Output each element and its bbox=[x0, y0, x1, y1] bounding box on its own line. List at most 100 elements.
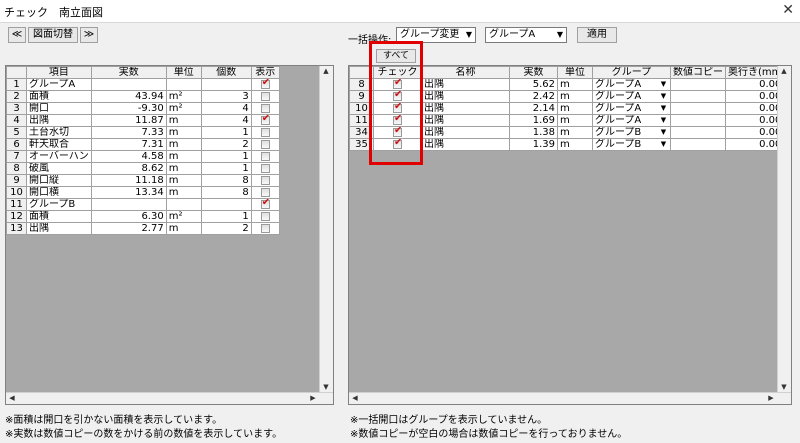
column-header bbox=[6, 66, 27, 79]
show-cell bbox=[250, 102, 280, 115]
show-checkbox[interactable] bbox=[260, 139, 270, 149]
group-dropdown[interactable]: グループA ▼ bbox=[592, 114, 671, 127]
value-cell: 11.87 bbox=[90, 114, 167, 127]
item-cell: 出隅 bbox=[26, 222, 92, 235]
row-number: 9 bbox=[6, 174, 27, 187]
table-row[interactable]: 13 出隅 2.77 m 2 bbox=[6, 222, 280, 235]
scroll-left-icon[interactable]: ◀ bbox=[349, 394, 361, 402]
table-row[interactable]: 1 グループA bbox=[6, 78, 280, 91]
column-header: 奥行き(mm bbox=[724, 66, 785, 79]
item-cell: 出隅 bbox=[26, 114, 92, 127]
group-select[interactable]: グループA ▼ bbox=[485, 27, 567, 43]
show-checkbox[interactable] bbox=[260, 211, 270, 221]
show-checkbox[interactable] bbox=[260, 91, 270, 101]
left-horizontal-scrollbar[interactable]: ◀ ▶ bbox=[6, 392, 333, 404]
show-checkbox[interactable] bbox=[260, 115, 270, 125]
table-row[interactable]: 12 面積 6.30 m² 1 bbox=[6, 210, 280, 223]
copy-cell[interactable] bbox=[670, 78, 726, 91]
show-checkbox[interactable] bbox=[260, 127, 270, 137]
group-dropdown[interactable]: グループA ▼ bbox=[592, 78, 671, 91]
copy-cell[interactable] bbox=[670, 126, 726, 139]
show-checkbox[interactable] bbox=[260, 151, 270, 161]
show-cell bbox=[250, 78, 280, 91]
show-checkbox[interactable] bbox=[260, 175, 270, 185]
copy-cell[interactable] bbox=[670, 102, 726, 115]
scroll-right-icon[interactable]: ▶ bbox=[765, 394, 777, 402]
right-vertical-scrollbar[interactable]: ▲ ▼ bbox=[777, 66, 791, 392]
show-checkbox[interactable] bbox=[260, 163, 270, 173]
next-drawing-button[interactable]: ≫ bbox=[80, 27, 98, 43]
group-dropdown[interactable]: グループA ▼ bbox=[592, 90, 671, 103]
value-cell: 1.38 bbox=[509, 126, 558, 139]
table-row[interactable]: 5 土台水切 7.33 m 1 bbox=[6, 126, 280, 139]
table-row[interactable]: 4 出隅 11.87 m 4 bbox=[6, 114, 280, 127]
apply-button[interactable]: 適用 bbox=[577, 27, 617, 43]
unit-cell: m bbox=[557, 138, 593, 151]
depth-cell[interactable]: 0.00 bbox=[724, 102, 785, 115]
value-cell: 2.77 bbox=[90, 222, 167, 235]
depth-cell[interactable]: 0.00 bbox=[724, 138, 785, 151]
chevron-down-icon: ▼ bbox=[660, 80, 667, 88]
chevron-down-icon: ▼ bbox=[465, 30, 473, 39]
unit-cell: m bbox=[165, 114, 202, 127]
table-row[interactable]: 11 グループB bbox=[6, 198, 280, 211]
show-checkbox[interactable] bbox=[260, 187, 270, 197]
group-dropdown[interactable]: グループB ▼ bbox=[592, 126, 671, 139]
left-grid: 項目実数単位個数表示 1グループA2面積43.94m²33開口-9.30m²44… bbox=[5, 65, 334, 405]
row-number: 13 bbox=[6, 222, 27, 235]
show-cell bbox=[250, 150, 280, 163]
table-row[interactable]: 2 面積 43.94 m² 3 bbox=[6, 90, 280, 103]
show-cell bbox=[250, 162, 280, 175]
row-number: 6 bbox=[6, 138, 27, 151]
scroll-up-icon[interactable]: ▲ bbox=[320, 67, 332, 75]
copy-cell[interactable] bbox=[670, 114, 726, 127]
table-row[interactable]: 9 開口縦 11.18 m 8 bbox=[6, 174, 280, 187]
value-cell bbox=[90, 198, 167, 211]
unit-cell: m² bbox=[165, 210, 202, 223]
table-row[interactable]: 7 オーバーハン 4.58 m 1 bbox=[6, 150, 280, 163]
column-header: 個数 bbox=[200, 66, 252, 79]
value-cell: 8.62 bbox=[90, 162, 167, 175]
note-left-2: ※実数は数値コピーの数をかける前の数値を表示しています。 bbox=[5, 429, 283, 440]
switch-drawing-button[interactable]: 図面切替 bbox=[28, 27, 78, 43]
table-row[interactable]: 8 破風 8.62 m 1 bbox=[6, 162, 280, 175]
name-cell: 出隅 bbox=[421, 90, 510, 103]
show-checkbox[interactable] bbox=[260, 223, 270, 233]
depth-cell[interactable]: 0.00 bbox=[724, 78, 785, 91]
close-icon[interactable]: ✕ bbox=[782, 2, 794, 18]
column-header: 名称 bbox=[421, 66, 510, 79]
table-row[interactable]: 6 軒天取合 7.31 m 2 bbox=[6, 138, 280, 151]
left-vertical-scrollbar[interactable]: ▲ ▼ bbox=[319, 66, 333, 392]
show-checkbox[interactable] bbox=[260, 103, 270, 113]
copy-cell[interactable] bbox=[670, 90, 726, 103]
show-cell bbox=[250, 138, 280, 151]
show-cell bbox=[250, 222, 280, 235]
scroll-down-icon[interactable]: ▼ bbox=[778, 383, 790, 391]
count-cell: 1 bbox=[200, 150, 252, 163]
group-dropdown[interactable]: グループA ▼ bbox=[592, 102, 671, 115]
name-cell: 出隅 bbox=[421, 126, 510, 139]
show-checkbox[interactable] bbox=[260, 199, 270, 209]
depth-cell[interactable]: 0.00 bbox=[724, 114, 785, 127]
scroll-left-icon[interactable]: ◀ bbox=[6, 394, 18, 402]
depth-cell[interactable]: 0.00 bbox=[724, 90, 785, 103]
prev-drawing-button[interactable]: ≪ bbox=[8, 27, 26, 43]
scroll-down-icon[interactable]: ▼ bbox=[320, 383, 332, 391]
unit-cell: m bbox=[165, 126, 202, 139]
row-number: 5 bbox=[6, 126, 27, 139]
group-dropdown[interactable]: グループB ▼ bbox=[592, 138, 671, 151]
show-cell bbox=[250, 186, 280, 199]
table-row[interactable]: 10 開口横 13.34 m 8 bbox=[6, 186, 280, 199]
copy-cell[interactable] bbox=[670, 138, 726, 151]
show-checkbox[interactable] bbox=[260, 79, 270, 89]
scroll-right-icon[interactable]: ▶ bbox=[307, 394, 319, 402]
depth-cell[interactable]: 0.00 bbox=[724, 126, 785, 139]
value-cell: 5.62 bbox=[509, 78, 558, 91]
right-horizontal-scrollbar[interactable]: ◀ ▶ bbox=[349, 392, 791, 404]
count-cell: 1 bbox=[200, 126, 252, 139]
scroll-up-icon[interactable]: ▲ bbox=[778, 67, 790, 75]
count-cell bbox=[200, 198, 252, 211]
column-header: グループ bbox=[592, 66, 671, 79]
item-cell: 軒天取合 bbox=[26, 138, 92, 151]
table-row[interactable]: 3 開口 -9.30 m² 4 bbox=[6, 102, 280, 115]
